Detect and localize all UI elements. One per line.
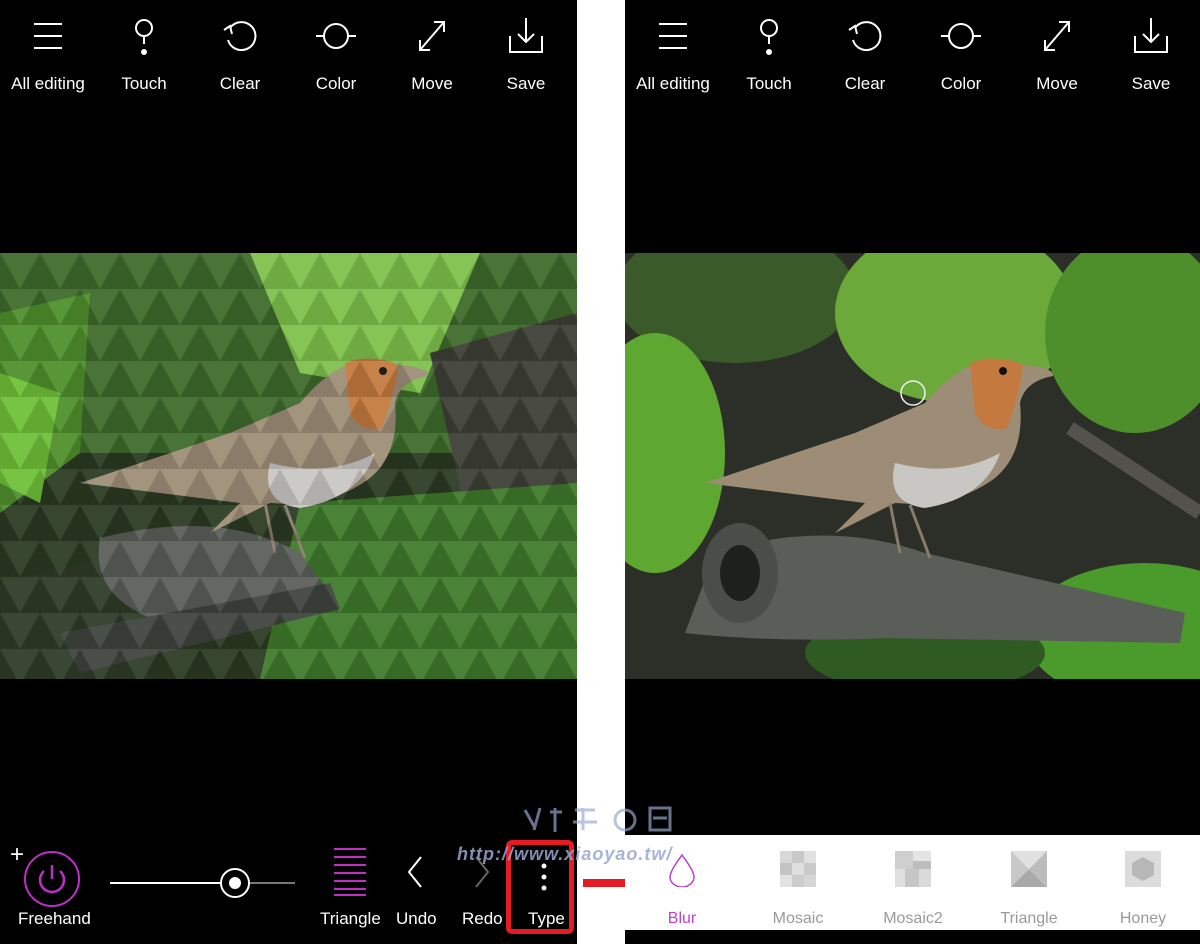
move-label: Move: [411, 74, 453, 93]
blur-label: Blur: [667, 910, 697, 927]
menu-icon: [34, 23, 62, 49]
touch-label: Touch: [121, 74, 167, 93]
type-option-triangle[interactable]: Triangle: [974, 835, 1084, 930]
all-editing-label: All editing: [636, 74, 710, 93]
undo-label[interactable]: Undo: [396, 909, 437, 929]
save-label: Save: [506, 74, 546, 93]
touch-icon: [760, 19, 778, 55]
type-option-honey[interactable]: Honey: [1088, 835, 1198, 930]
mosaic-icon: [780, 851, 816, 887]
freehand-power-button[interactable]: [24, 851, 80, 907]
move-button[interactable]: Move: [384, 14, 480, 94]
save-button[interactable]: Save: [1103, 14, 1199, 94]
site-watermark-logo: http://www.xiaoyao.tw/: [457, 806, 673, 864]
move-arrows-icon: [1044, 21, 1070, 51]
color-circle-icon: [941, 23, 981, 49]
download-tray-icon: [1134, 18, 1168, 53]
undo-circle-icon: [848, 21, 882, 52]
color-circle-icon: [316, 23, 356, 49]
mosaic2-icon: [895, 851, 931, 887]
all-editing-button[interactable]: All editing: [0, 14, 96, 94]
type-option-mosaic2[interactable]: Mosaic2: [858, 835, 968, 930]
clear-button[interactable]: Clear: [817, 14, 913, 94]
honeycomb-icon: [1125, 851, 1161, 887]
type-option-mosaic[interactable]: Mosaic: [743, 835, 853, 930]
touch-label: Touch: [746, 74, 792, 93]
redo-label[interactable]: Redo: [462, 909, 503, 929]
mosaic-label: Mosaic: [772, 910, 824, 927]
all-editing-label: All editing: [11, 74, 85, 93]
brush-size-slider[interactable]: [110, 868, 295, 898]
color-label: Color: [315, 74, 357, 93]
undo-chevron-icon[interactable]: [405, 855, 425, 889]
touch-button[interactable]: Touch: [721, 14, 817, 94]
mosaic2-label: Mosaic2: [883, 910, 943, 927]
clear-label: Clear: [219, 74, 261, 93]
touch-button[interactable]: Touch: [96, 14, 192, 94]
svg-text:http://www.xiaoyao.tw/: http://www.xiaoyao.tw/: [457, 844, 673, 864]
touch-icon: [135, 19, 153, 55]
clear-button[interactable]: Clear: [192, 14, 288, 94]
add-plus-icon[interactable]: +: [10, 841, 24, 869]
triangle-option-label: Triangle: [1000, 910, 1058, 927]
undo-circle-icon: [223, 21, 257, 52]
triangle-shape-icon[interactable]: [334, 847, 366, 897]
robin-photo-triangle-effect: [0, 253, 577, 679]
color-button[interactable]: Color: [913, 14, 1009, 94]
power-icon: [38, 865, 66, 894]
triangle-label: Triangle: [320, 909, 381, 928]
color-label: Color: [940, 74, 982, 93]
move-arrows-icon: [419, 21, 445, 51]
slider-fill: [110, 882, 234, 884]
honey-label: Honey: [1119, 910, 1167, 927]
triangle-mosaic-icon: [1011, 851, 1047, 887]
freehand-label: Freehand: [18, 909, 91, 928]
download-tray-icon: [509, 18, 543, 53]
clear-label: Clear: [844, 74, 886, 93]
robin-photo-original: [625, 253, 1200, 679]
color-button[interactable]: Color: [288, 14, 384, 94]
move-label: Move: [1036, 74, 1078, 93]
top-toolbar: All editing Touch Clear Color Move Save: [0, 0, 577, 110]
photo-canvas-triangle[interactable]: [0, 253, 577, 679]
photo-canvas-original[interactable]: [625, 253, 1200, 679]
menu-icon: [659, 23, 687, 49]
save-button[interactable]: Save: [478, 14, 574, 94]
slider-knob[interactable]: [219, 868, 250, 898]
move-button[interactable]: Move: [1009, 14, 1105, 94]
top-toolbar: All editing Touch Clear Color Move Save: [625, 0, 1200, 110]
save-label: Save: [1131, 74, 1171, 93]
all-editing-button[interactable]: All editing: [625, 14, 721, 94]
